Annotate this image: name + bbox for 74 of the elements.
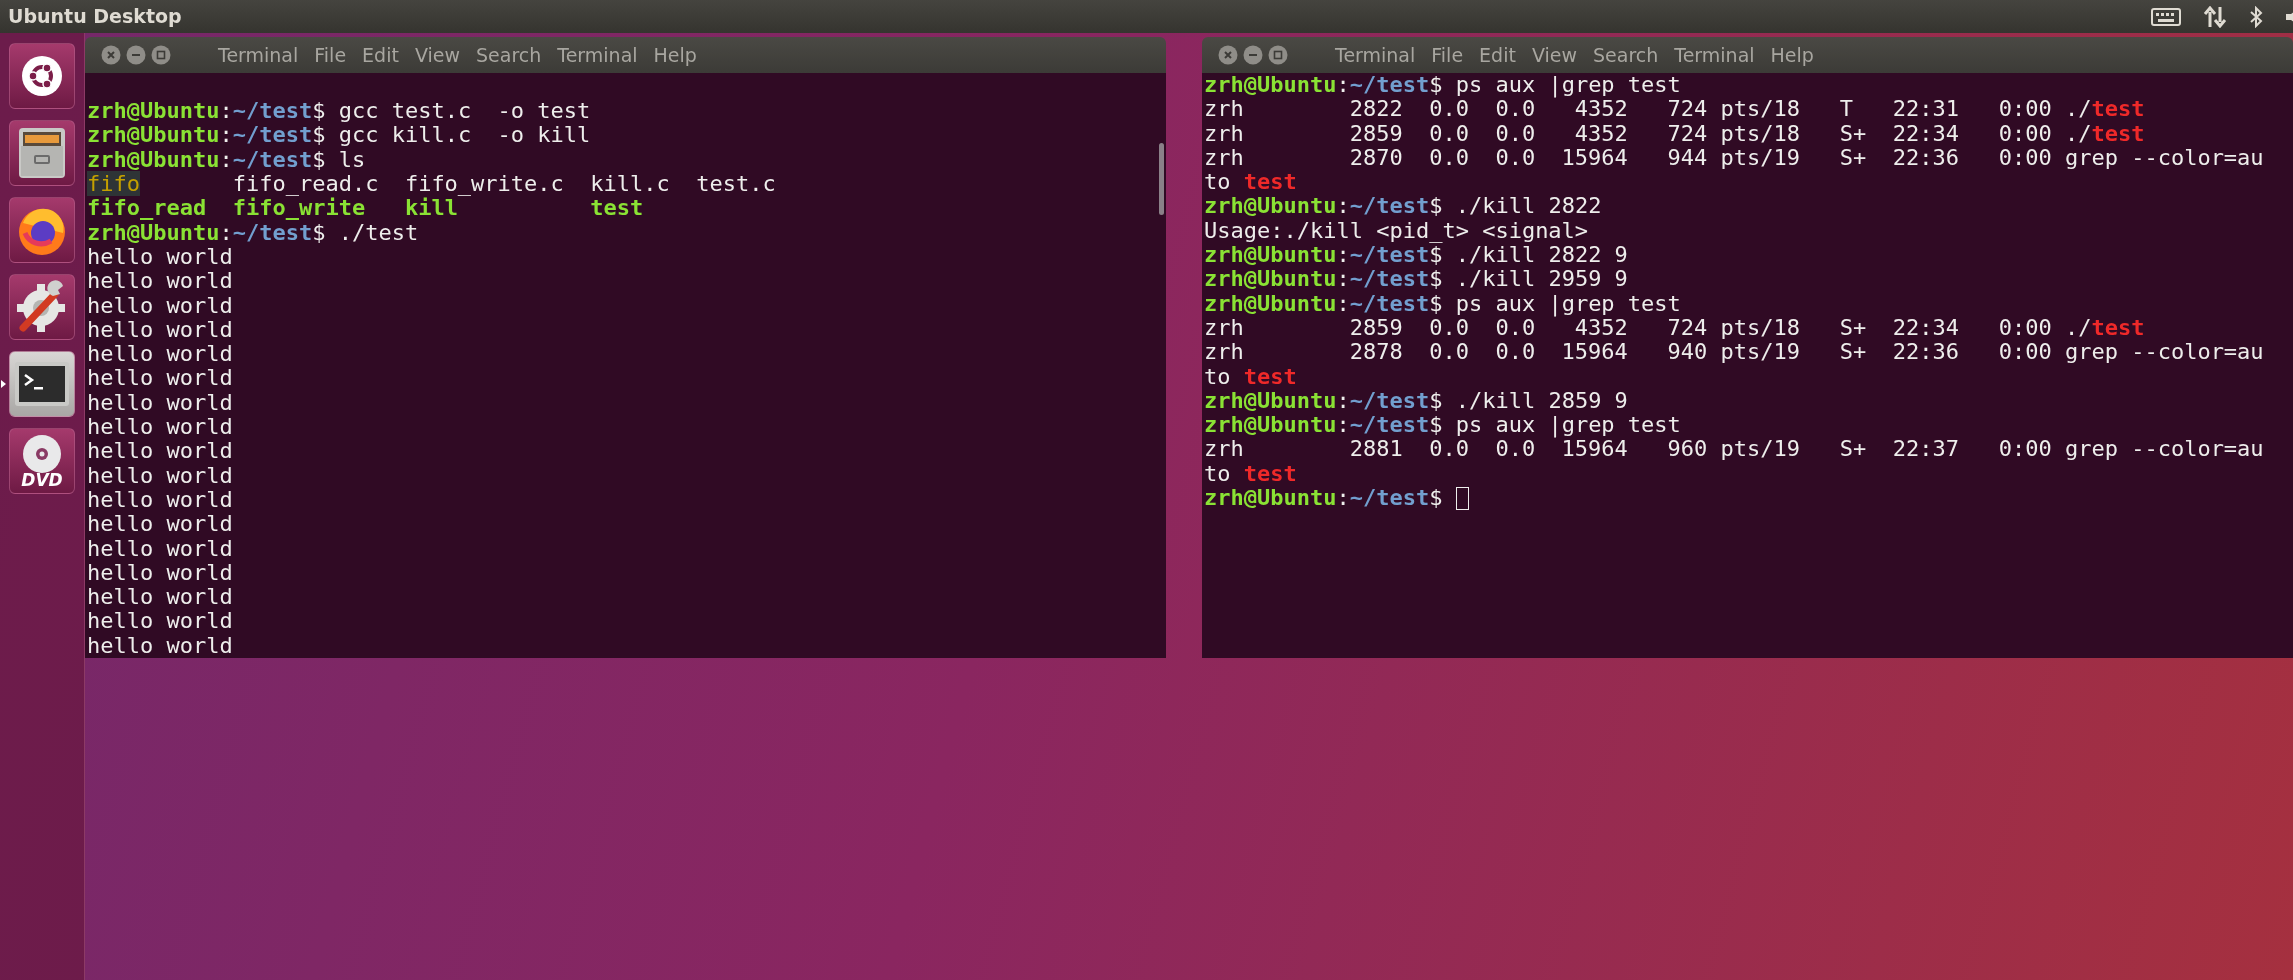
terminal-line: hello world: [87, 609, 233, 634]
minimize-button[interactable]: [1243, 45, 1263, 65]
terminal-line: Usage:./kill <pid_t> <signal>: [1204, 218, 1589, 244]
menu-item[interactable]: Help: [1765, 40, 1819, 70]
minimize-button[interactable]: [126, 45, 146, 65]
terminal-line: hello world: [87, 293, 233, 318]
launcher-tile[interactable]: [9, 197, 75, 263]
terminal-line: hello world: [87, 317, 233, 343]
terminal-line: hello world: [87, 512, 233, 537]
terminal-line: zrh@Ubuntu:~/test$ ./test: [87, 220, 419, 245]
menu-item[interactable]: Edit: [1474, 40, 1521, 70]
terminal-line: hello world: [87, 415, 233, 440]
terminal-line: zrh@Ubuntu:~/test$ ps aux |grep test: [1204, 413, 1681, 438]
launcher-tile[interactable]: DVD: [9, 428, 75, 494]
terminal-line: to test: [1204, 170, 1297, 195]
terminal-line: zrh@Ubuntu:~/test$ ./kill 2822: [1204, 194, 1602, 219]
terminal-line: to test: [1204, 461, 1297, 487]
terminal-line: hello world: [87, 463, 233, 488]
terminal-line: hello world: [87, 269, 233, 294]
menu-item[interactable]: Help: [648, 40, 702, 70]
terminal-line: zrh@Ubuntu:~/test$ ./kill 2859 9: [1204, 388, 1628, 414]
terminal-line: hello world: [87, 633, 233, 658]
menu-item[interactable]: Terminal: [213, 40, 304, 70]
file-cabinet-icon: [17, 126, 67, 180]
menu-item[interactable]: Terminal: [552, 40, 643, 70]
terminal-line: zrh@Ubuntu:~/test$: [1204, 486, 1444, 511]
menu-item[interactable]: Search: [471, 40, 547, 70]
menu-item[interactable]: Terminal: [1669, 40, 1760, 70]
terminal-line: hello world: [87, 560, 233, 586]
close-button[interactable]: [1218, 45, 1238, 65]
terminal-line: zrh@Ubuntu:~/test$ ps aux |grep test: [1204, 291, 1681, 316]
close-button[interactable]: [101, 45, 121, 65]
bluetooth-icon[interactable]: [2249, 5, 2263, 28]
terminal-line: fifo_read fifo_write kill test: [87, 196, 644, 221]
terminal-line: zrh@Ubuntu:~/test$ ./kill 2822 9: [1204, 243, 1628, 268]
desktop-title: Ubuntu Desktop: [8, 4, 182, 30]
terminal-line: zrh@Ubuntu:~/test$ ps aux |grep test: [1204, 73, 1681, 98]
terminal-line: hello world: [87, 366, 233, 391]
terminal-line: to test: [1204, 364, 1297, 389]
maximize-button[interactable]: [1268, 45, 1288, 65]
terminal-icon: [14, 361, 70, 407]
menu-item[interactable]: File: [309, 40, 352, 70]
terminal-line: zrh 2822 0.0 0.0 4352 724 pts/18 T 22:31 0:00 ./test: [1204, 97, 2145, 122]
launcher-tile[interactable]: [9, 43, 75, 109]
menu-item[interactable]: Terminal: [1330, 40, 1421, 70]
keyboard-icon[interactable]: [2151, 7, 2181, 26]
terminal-line: hello world: [87, 585, 233, 610]
launcher-tile[interactable]: [9, 274, 75, 340]
terminal-line: zrh@Ubuntu:~/test$ ./kill 2959 9: [1204, 267, 1628, 292]
circle-logo-icon: [20, 54, 64, 98]
terminal-line: zrh@Ubuntu:~/test$ gcc kill.c -o kill: [87, 123, 591, 148]
terminal-line: zrh 2881 0.0 0.0 15964 960 pts/19 S+ 22:37 0:00 grep --color=au: [1204, 437, 2264, 462]
terminal-line: fifo fifo_read.c fifo_write.c kill.c test.c: [87, 172, 776, 197]
terminal-line: zrh 2878 0.0 0.0 15964 940 pts/19 S+ 22:36 0:00 grep --color=au: [1204, 340, 2264, 365]
terminal-line: zrh 2859 0.0 0.0 4352 724 pts/18 S+ 22:34 0:00 ./test: [1204, 121, 2145, 146]
terminal-line: hello world: [87, 244, 233, 270]
menu-item[interactable]: Edit: [357, 40, 404, 70]
terminal-line: hello world: [87, 536, 233, 561]
terminal-line: hello world: [87, 487, 233, 513]
terminal-line: zrh@Ubuntu:~/test$ gcc test.c -o test: [87, 99, 591, 124]
maximize-button[interactable]: [151, 45, 171, 65]
terminal-line: hello world: [87, 390, 233, 416]
menu-item[interactable]: Search: [1588, 40, 1664, 70]
terminal-line: hello world: [87, 342, 233, 367]
terminal-line: zrh 2870 0.0 0.0 15964 944 pts/19 S+ 22:36 0:00 grep --color=au: [1204, 145, 2264, 171]
scrollbar-thumb[interactable]: [1159, 143, 1164, 215]
launcher-tile[interactable]: [9, 120, 75, 186]
terminal-line: hello world: [87, 439, 233, 464]
launcher-tile[interactable]: [9, 351, 75, 417]
terminal-line: zrh@Ubuntu:~/test$ ls: [87, 147, 366, 173]
up-down-arrows-icon[interactable]: [2203, 5, 2227, 28]
menu-item[interactable]: File: [1426, 40, 1469, 70]
menu-item[interactable]: View: [1526, 40, 1582, 70]
menu-item[interactable]: View: [409, 40, 465, 70]
